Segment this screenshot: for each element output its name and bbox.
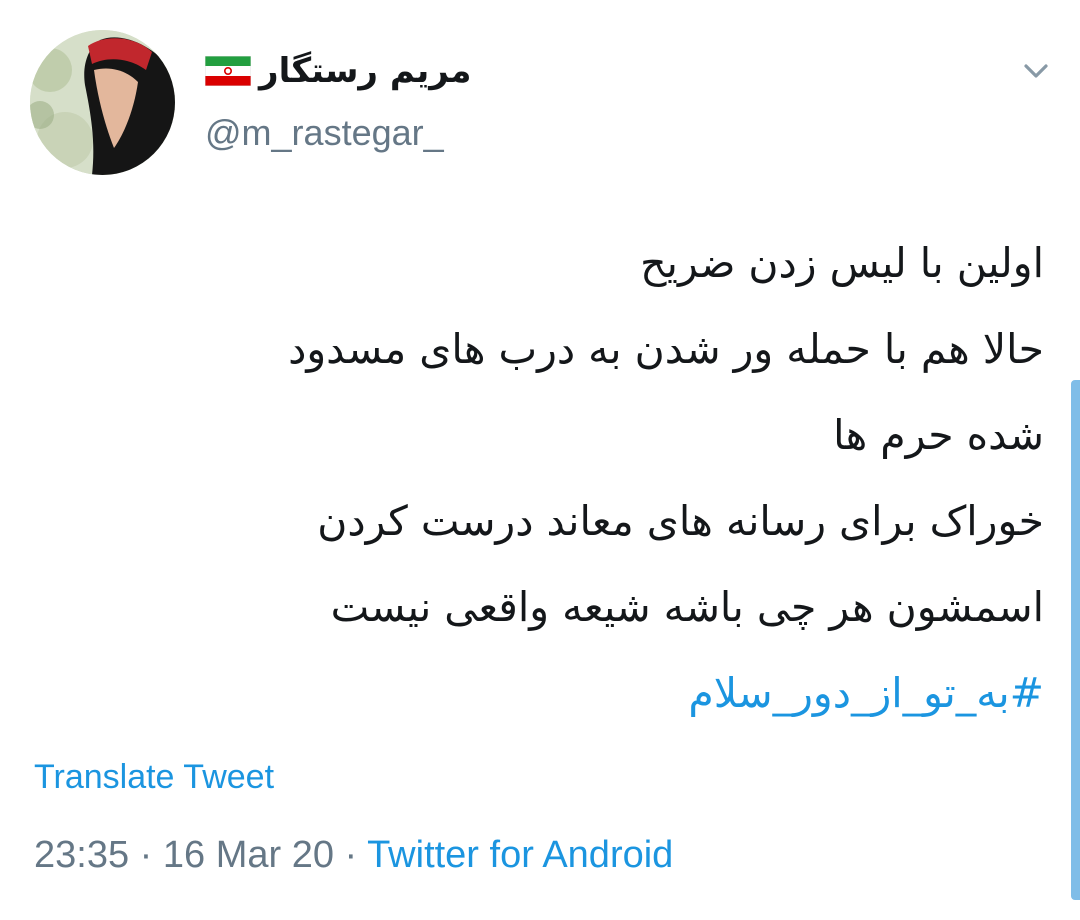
- profile-photo: [30, 30, 175, 175]
- tweet-text: اولین با لیس زدن ضریح حالا هم با حمله ور…: [84, 220, 1044, 736]
- tweet-time: 23:35: [34, 834, 130, 876]
- tweet-source-link[interactable]: Twitter for Android: [367, 834, 673, 876]
- tweet-date: 16 Mar 20: [162, 834, 334, 876]
- author-name-row[interactable]: مریم رستگار: [205, 48, 471, 94]
- author-display-name: مریم رستگار: [259, 51, 472, 91]
- scroll-indicator: [1071, 380, 1080, 900]
- chevron-down-icon[interactable]: [1020, 55, 1052, 87]
- tweet-line: شده حرم ها: [833, 411, 1044, 459]
- tweet-line: خوراک برای رسانه های معاند درست کردن: [317, 497, 1044, 545]
- tweet-line: حالا هم با حمله ور شدن به درب های مسدود: [288, 325, 1044, 373]
- iran-flag-icon: [205, 56, 251, 86]
- meta-separator: ·: [333, 834, 368, 876]
- tweet-line: اسمشون هر چی باشه شیعه واقعی نیست: [330, 583, 1044, 631]
- author-handle[interactable]: @m_rastegar_: [205, 112, 444, 154]
- hashtag-link[interactable]: #به_تو_از_دور_سلام: [84, 650, 1044, 736]
- tweet-line: اولین با لیس زدن ضریح: [640, 239, 1044, 287]
- avatar[interactable]: [30, 30, 175, 175]
- meta-separator: ·: [129, 834, 163, 876]
- translate-tweet-link[interactable]: Translate Tweet: [34, 758, 274, 797]
- tweet-metadata: 23:35 · 16 Mar 20 · Twitter for Android: [34, 834, 673, 877]
